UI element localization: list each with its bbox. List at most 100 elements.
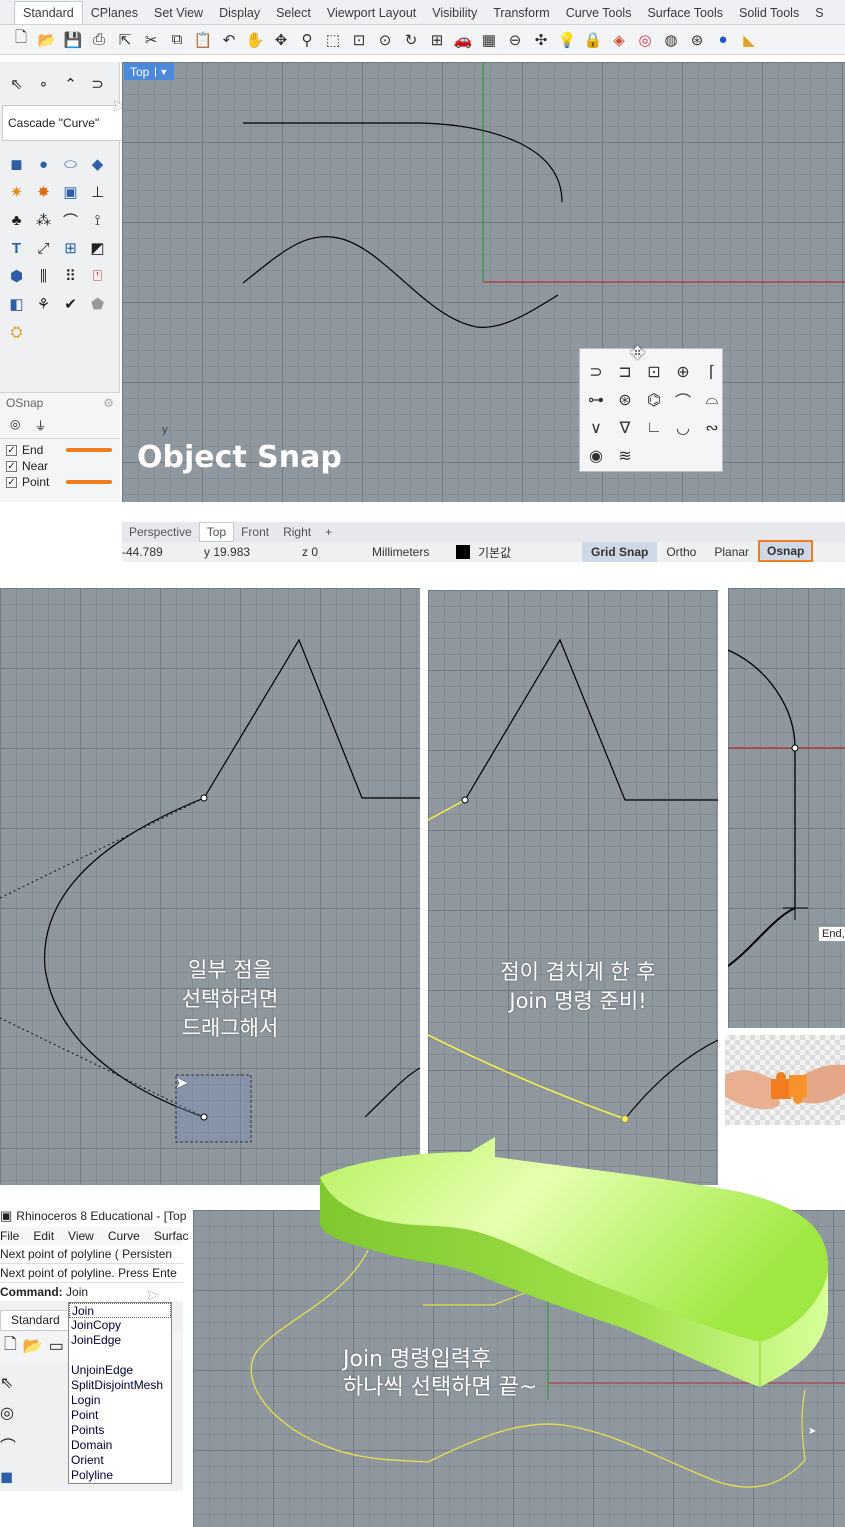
suggestion-login[interactable]: Login bbox=[69, 1393, 171, 1408]
osnap-item-near[interactable]: ✓ Near bbox=[6, 458, 114, 474]
tab-s[interactable]: S bbox=[807, 6, 831, 24]
spheres-icon[interactable]: ● bbox=[33, 154, 54, 175]
new-icon[interactable]: 🗋 bbox=[4, 1333, 17, 1360]
viewport-tab-perspective[interactable]: Perspective bbox=[122, 525, 199, 539]
tab-set-view[interactable]: Set View bbox=[146, 6, 211, 24]
layer-icon[interactable]: ◈ bbox=[608, 29, 630, 51]
tab-solid-tools[interactable]: Solid Tools bbox=[731, 6, 807, 24]
suggestion-orient[interactable]: Orient bbox=[69, 1453, 171, 1468]
suggestion-splitdisjointmesh[interactable]: SplitDisjointMesh bbox=[69, 1378, 171, 1393]
snap-wave-icon[interactable]: ≋ bbox=[614, 445, 636, 467]
snap-quad-icon[interactable]: ⌒ bbox=[672, 389, 694, 411]
tab-visibility[interactable]: Visibility bbox=[424, 6, 485, 24]
snap-knot-icon[interactable]: ⌓ bbox=[701, 389, 723, 411]
tab-surface-tools[interactable]: Surface Tools bbox=[639, 6, 731, 24]
menu-edit[interactable]: Edit bbox=[33, 1229, 54, 1243]
cut-icon[interactable]: ✂ bbox=[140, 29, 162, 51]
text-icon[interactable]: T bbox=[6, 238, 27, 259]
snap-center-icon[interactable]: ⌈ bbox=[701, 361, 723, 383]
snap-vertex-icon[interactable]: ∨ bbox=[585, 417, 607, 439]
block-icon[interactable]: ⊞ bbox=[60, 238, 81, 259]
point-icon[interactable]: ∘ bbox=[33, 74, 54, 95]
menu-surfac[interactable]: Surfac bbox=[154, 1229, 189, 1243]
suggestion-domain[interactable]: Domain bbox=[69, 1438, 171, 1453]
grid-snap-toggle[interactable]: Grid Snap bbox=[582, 542, 658, 562]
paste-icon[interactable]: 📋 bbox=[192, 29, 214, 51]
sphere-icon[interactable]: ◍ bbox=[660, 29, 682, 51]
zoom-extents-icon[interactable]: ⊡ bbox=[348, 29, 370, 51]
curve-icon[interactable]: ⊃ bbox=[87, 74, 108, 95]
save-icon[interactable]: 💾 bbox=[62, 29, 84, 51]
offset-icon[interactable]: ⟟ bbox=[87, 210, 108, 231]
history-icon[interactable]: ⍞ bbox=[87, 266, 108, 287]
render-icon[interactable]: ◣ bbox=[738, 29, 760, 51]
tab-display[interactable]: Display bbox=[211, 6, 268, 24]
lamp-icon[interactable]: ⛭ bbox=[6, 322, 27, 343]
snap-project-icon[interactable]: ∇ bbox=[614, 417, 636, 439]
viewport-tab-add[interactable]: + bbox=[318, 525, 339, 539]
undo-icon[interactable]: ↶ bbox=[218, 29, 240, 51]
snap-tan-icon[interactable]: ⌬ bbox=[643, 389, 665, 411]
snap-mid-icon[interactable]: ⊕ bbox=[672, 361, 694, 383]
circle-icon[interactable]: ◎ bbox=[0, 1403, 16, 1423]
move-icon[interactable]: ✣ bbox=[530, 29, 552, 51]
pan-icon[interactable]: ✋ bbox=[244, 29, 266, 51]
four-views-icon[interactable]: ⊞ bbox=[426, 29, 448, 51]
select-arrow-icon[interactable]: ⇖ bbox=[0, 1373, 16, 1393]
rotate-view-icon[interactable]: ✥ bbox=[270, 29, 292, 51]
surface-icon[interactable]: ◆ bbox=[87, 154, 108, 175]
menu-view[interactable]: View bbox=[68, 1229, 94, 1243]
arc-tool-icon[interactable]: ⌒ bbox=[0, 1433, 16, 1457]
mesh-icon[interactable]: ♣ bbox=[6, 210, 27, 231]
command-input[interactable]: Join bbox=[66, 1285, 88, 1299]
osnap-item-end[interactable]: ✓ End bbox=[6, 442, 114, 458]
arc-icon[interactable]: ⌒ bbox=[60, 210, 81, 231]
osnap-item-point[interactable]: ✓ Point bbox=[6, 474, 114, 490]
menu-curve[interactable]: Curve bbox=[108, 1229, 140, 1243]
open-icon[interactable]: 📂 bbox=[23, 1336, 43, 1356]
top-viewport[interactable]: y bbox=[122, 62, 845, 502]
viewport-tab-top[interactable]: Top bbox=[198, 522, 235, 542]
checkbox[interactable]: ✓ bbox=[6, 476, 17, 488]
gear-icon[interactable]: ⚙ bbox=[103, 396, 114, 410]
snap-dash-icon[interactable]: ◡ bbox=[672, 417, 694, 439]
viewport-tab-right[interactable]: Right bbox=[276, 525, 318, 539]
circle-target-icon[interactable]: ⊖ bbox=[504, 29, 526, 51]
menu-file[interactable]: File bbox=[0, 1229, 19, 1243]
suggestion-point[interactable]: Point bbox=[69, 1408, 171, 1423]
shaded-sphere-icon[interactable]: ● bbox=[712, 29, 734, 51]
cube-icon[interactable]: ◼ bbox=[0, 1467, 16, 1487]
move-handle-icon[interactable]: ✥ bbox=[630, 343, 645, 364]
osnap-toggle[interactable]: Osnap bbox=[758, 540, 814, 562]
lock-icon[interactable]: 🔒 bbox=[582, 29, 604, 51]
annotation-icon[interactable]: ◩ bbox=[87, 238, 108, 259]
color-wheel-icon[interactable]: ◎ bbox=[634, 29, 656, 51]
tab-curve-tools[interactable]: Curve Tools bbox=[558, 6, 640, 24]
open-icon[interactable]: 📂 bbox=[36, 29, 58, 51]
snap-track-icon[interactable]: ∾ bbox=[701, 417, 723, 439]
rotate-icon[interactable]: ↻ bbox=[400, 29, 422, 51]
cap-icon[interactable]: ⬟ bbox=[87, 294, 108, 315]
print-icon[interactable]: ⎙ bbox=[88, 29, 110, 51]
explode-icon[interactable]: ✸ bbox=[33, 182, 54, 203]
layer-swatch[interactable] bbox=[456, 545, 470, 559]
suggestion-joincopy[interactable]: JoinCopy bbox=[69, 1318, 171, 1333]
viewport-title[interactable]: Top ▼ bbox=[124, 63, 175, 80]
suggestion-unjoinedge[interactable]: UnjoinEdge bbox=[69, 1363, 171, 1378]
tab-standard[interactable]: Standard bbox=[0, 1310, 71, 1331]
snap-end-icon[interactable]: ⊃ bbox=[585, 361, 607, 383]
suggestion-points[interactable]: Points bbox=[69, 1423, 171, 1438]
grid-icon[interactable]: ▦ bbox=[478, 29, 500, 51]
analyze-icon[interactable]: ⚘ bbox=[33, 294, 54, 315]
osnap-target-icon[interactable]: ◎ bbox=[10, 417, 20, 434]
dropdown-arrow-icon[interactable]: ▼ bbox=[155, 66, 168, 77]
snap-int-icon[interactable]: ⊶ bbox=[585, 389, 607, 411]
dimension-icon[interactable]: ⤢ bbox=[33, 238, 54, 259]
fillet-icon[interactable]: ◧ bbox=[6, 294, 27, 315]
light-icon[interactable]: 💡 bbox=[556, 29, 578, 51]
tab-cplanes[interactable]: CPlanes bbox=[83, 6, 146, 24]
tab-viewport-layout[interactable]: Viewport Layout bbox=[319, 6, 424, 24]
points-grid-icon[interactable]: ⠿ bbox=[60, 266, 81, 287]
box-icon[interactable]: ◼ bbox=[6, 154, 27, 175]
import-icon[interactable]: ⇱ bbox=[114, 29, 136, 51]
